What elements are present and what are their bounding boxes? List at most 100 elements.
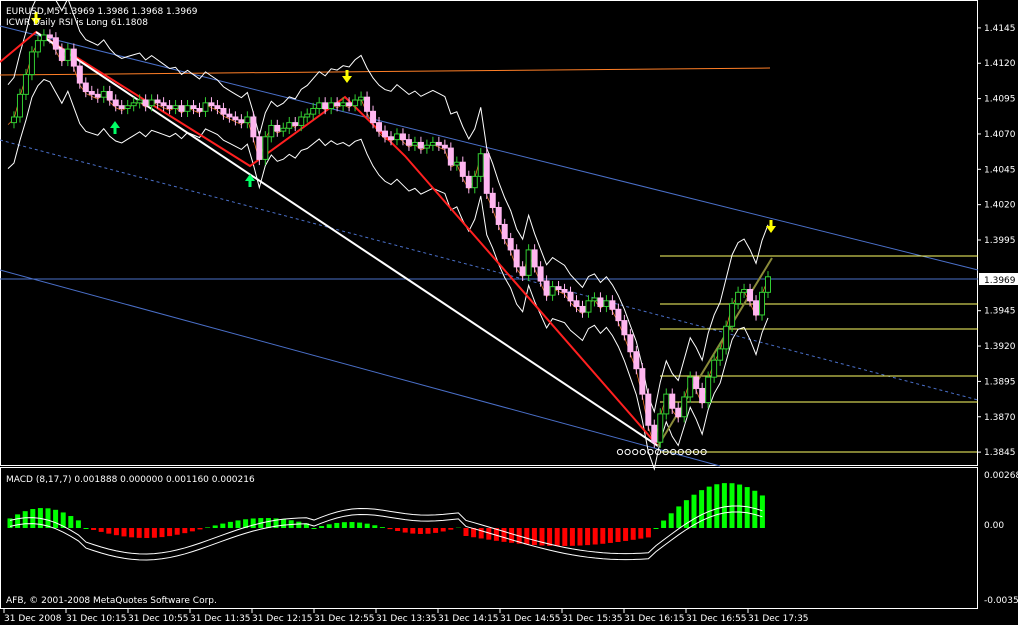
candle-body <box>675 407 682 418</box>
candle-body <box>489 192 496 208</box>
time-tick-label: 31 Dec 14:55 <box>500 614 561 624</box>
macd-bar <box>113 528 119 536</box>
candle-body <box>316 102 323 109</box>
macd-bar <box>676 506 682 528</box>
candle-body <box>465 175 472 189</box>
candle-body <box>52 37 59 50</box>
candle-body <box>124 105 131 109</box>
candle-body <box>603 300 610 307</box>
macd-bar <box>144 528 150 538</box>
macd-bar <box>554 528 560 546</box>
time-tick-label: 31 Dec 12:55 <box>314 614 375 624</box>
candle-body <box>130 102 137 107</box>
candle-body <box>88 91 95 95</box>
candle-body <box>184 105 191 112</box>
macd-bar <box>174 528 180 535</box>
candle-body <box>681 396 688 418</box>
candle-body <box>382 130 389 138</box>
macd-bar <box>106 528 112 534</box>
time-tick-label: 31 Dec 17:35 <box>748 614 809 624</box>
sell-arrow-icon-stem <box>345 70 349 76</box>
candle-body <box>663 393 670 415</box>
macd-bar <box>668 513 674 528</box>
macd-bar <box>721 483 727 528</box>
candle-body <box>543 280 550 296</box>
candle-body <box>591 297 598 302</box>
macd-bar <box>653 528 659 529</box>
candle-body <box>729 303 736 327</box>
candle-body <box>118 105 125 109</box>
candle-body <box>741 288 748 293</box>
time-tick-label: 31 Dec 16:55 <box>686 614 747 624</box>
macd-bar <box>319 526 325 528</box>
candle-body <box>669 393 676 409</box>
candle-body <box>705 376 712 404</box>
candle-body <box>423 144 430 149</box>
macd-bar <box>379 527 385 528</box>
time-axis: 31 Dec 2008 31 Dec 10:15 31 Dec 10:55 31 De… <box>3 609 809 624</box>
macd-bar <box>387 528 393 530</box>
macd-bar <box>212 525 218 528</box>
time-tick-label: 31 Dec 10:15 <box>66 614 127 624</box>
candle-body <box>453 161 460 166</box>
candle-body <box>226 113 233 118</box>
candle-body <box>136 99 143 104</box>
buy-arrow-icon <box>110 121 120 128</box>
candle-body <box>429 141 436 146</box>
candle-body <box>346 102 353 107</box>
candle-body <box>711 359 718 378</box>
current-price-label: 1.3969 <box>984 276 1016 286</box>
candle-body <box>70 48 77 67</box>
macd-bar <box>326 524 332 528</box>
candle-body <box>417 141 424 149</box>
macd-bar <box>281 519 287 528</box>
macd-bar <box>615 528 621 542</box>
candle-body <box>364 96 371 112</box>
candle-body <box>621 320 628 336</box>
candle-body <box>328 102 335 109</box>
candle-body <box>717 348 724 361</box>
candle-body <box>58 48 65 61</box>
candle-body <box>573 300 580 307</box>
macd-bar <box>341 522 347 528</box>
macd-bar <box>45 508 51 528</box>
candle-body <box>304 113 311 118</box>
macd-bar <box>349 522 355 528</box>
moving-average <box>7 36 769 446</box>
candle-body <box>411 141 418 146</box>
candle-body <box>597 297 604 307</box>
candle-body <box>250 116 257 138</box>
candle-body <box>208 102 215 107</box>
macd-bar <box>395 528 401 532</box>
candle-body <box>579 305 586 313</box>
macd-bar <box>759 495 765 528</box>
candle-body <box>160 102 167 107</box>
candle-body <box>112 99 119 107</box>
macd-bar <box>699 490 705 528</box>
macd-bar <box>478 528 484 539</box>
candle-body <box>310 107 317 115</box>
candle-body <box>759 291 766 316</box>
sell-arrow-icon-stem <box>769 220 773 226</box>
macd-bar <box>159 528 165 538</box>
candle-body <box>447 147 454 166</box>
macd-bar <box>600 528 606 544</box>
price-tick-label: 1.4070 <box>984 130 1016 140</box>
macd-histogram <box>7 483 765 561</box>
candle-body <box>76 65 83 84</box>
buy-arrow-icon-stem <box>113 128 117 134</box>
candle-body <box>627 334 634 353</box>
candle-body <box>268 124 275 138</box>
macd-bar <box>151 528 157 538</box>
price-tick-label: 1.3895 <box>984 377 1016 387</box>
macd-bar <box>53 509 59 528</box>
candle-body <box>142 99 149 107</box>
macd-tick-label: -0.00353 <box>984 596 1018 606</box>
macd-bar <box>98 528 104 532</box>
support-dot <box>639 448 646 456</box>
price-axis: 1.4145 1.4120 1.4095 1.4070 1.4045 1.4020 1.39… <box>977 24 1018 606</box>
candle-body <box>441 144 448 149</box>
symbol-header: EURUSD,M5 1.3969 1.3986 1.3968 1.3969 <box>6 7 198 17</box>
macd-bar <box>68 516 74 528</box>
candle-body <box>166 105 173 109</box>
